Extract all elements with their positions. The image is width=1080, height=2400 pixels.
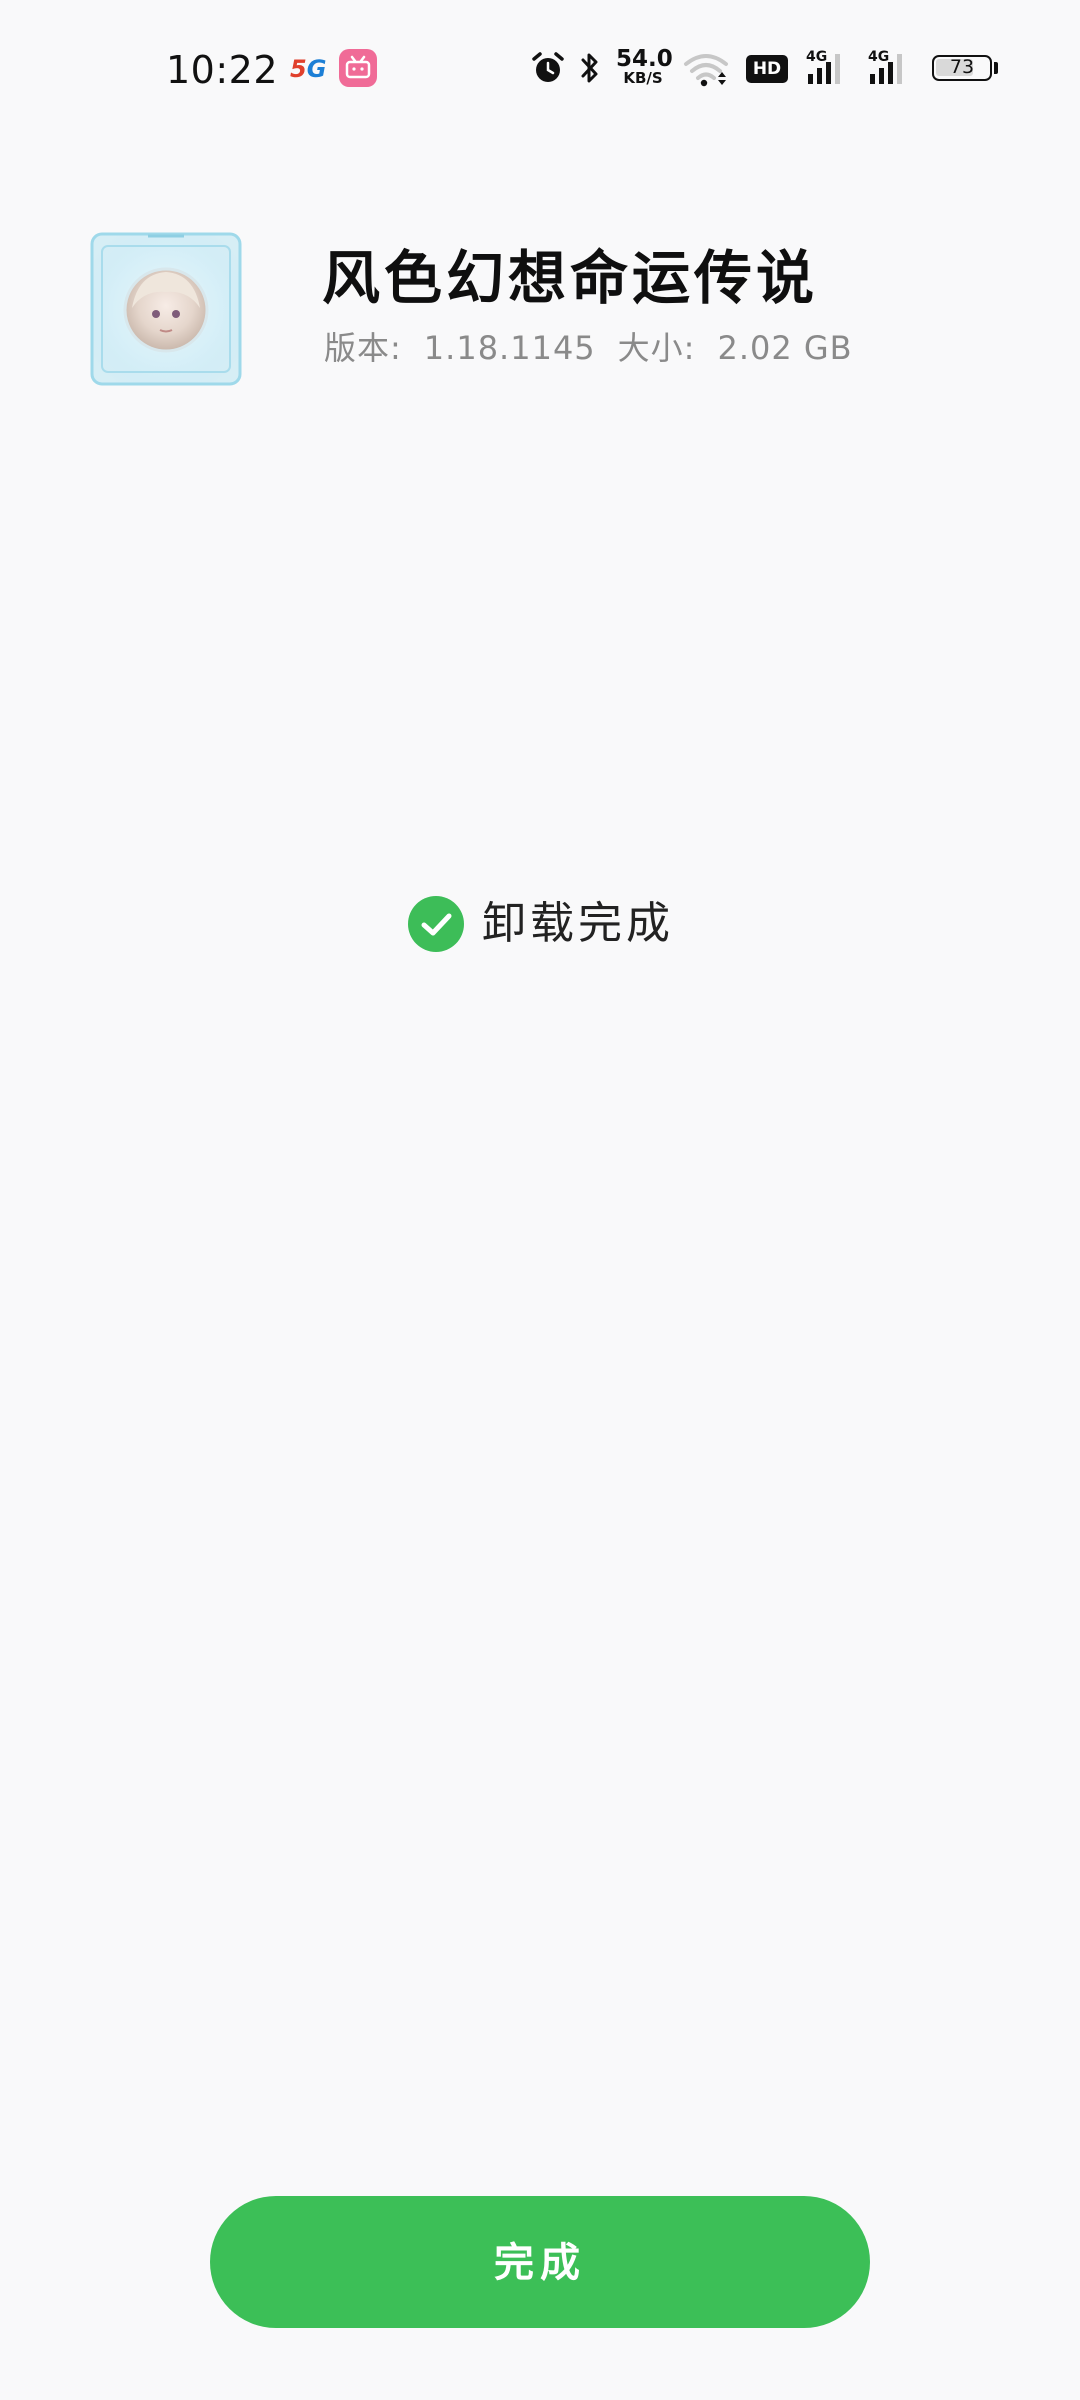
done-button-label: 完成 — [494, 2239, 586, 2286]
app-name: 风色幻想命运传说 — [322, 244, 819, 312]
hd-voice-badge: HD — [746, 55, 788, 83]
size-value: 2.02 GB — [717, 329, 853, 367]
check-circle-icon — [408, 896, 464, 952]
battery-icon: 73 — [932, 55, 992, 81]
bilibili-icon — [339, 49, 377, 87]
uninstall-status-text: 卸载完成 — [482, 898, 674, 949]
5g-letter: G — [306, 55, 327, 83]
network-speed: 54.0 KB/S — [616, 46, 673, 87]
battery-cap — [994, 62, 998, 74]
5g-digit: 5 — [290, 55, 307, 83]
status-bar: 10:22 5G 54.0 KB/S HD 4G 4G 73 — [0, 0, 1080, 140]
signal-bars-icon — [808, 54, 840, 84]
size-label: 大小: — [617, 329, 696, 367]
5g-network-icon: 5G — [290, 54, 326, 84]
version-label: 版本: — [324, 329, 402, 367]
wifi-icon — [684, 54, 728, 87]
battery-percent: 73 — [949, 56, 975, 78]
network-speed-value: 54.0 — [616, 46, 673, 72]
bluetooth-icon — [581, 53, 598, 83]
game-character-avatar-icon — [90, 232, 242, 386]
app-meta: 版本: 1.18.1145 大小: 2.02 GB — [324, 326, 875, 370]
alarm-clock-icon — [532, 52, 564, 82]
signal-bars-icon — [870, 54, 902, 84]
version-value: 1.18.1145 — [423, 329, 596, 367]
network-speed-unit: KB/S — [623, 69, 663, 87]
status-time: 10:22 — [166, 48, 279, 92]
done-button[interactable]: 完成 — [210, 2196, 870, 2328]
